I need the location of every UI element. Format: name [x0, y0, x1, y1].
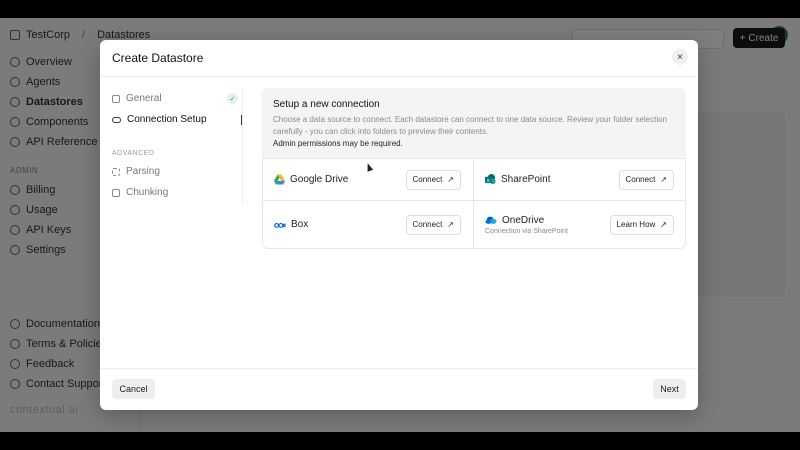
service-subtitle: Connection via SharePoint [485, 227, 568, 235]
modal-title: Create Datastore [112, 51, 204, 65]
connection-info: Setup a new connection Choose a data sou… [262, 88, 686, 158]
external-link-icon: ↗ [447, 175, 454, 184]
service-name: Google Drive [290, 174, 349, 185]
external-link-icon: ↗ [660, 175, 667, 184]
svg-text:S: S [487, 178, 490, 183]
service-name: OneDrive [502, 214, 545, 226]
button-label: Connect [412, 220, 443, 229]
step-connection-setup[interactable]: Connection Setup [112, 109, 242, 130]
modal-footer-divider [100, 368, 698, 369]
connect-sharepoint-button[interactable]: Connect ↗ [618, 169, 674, 190]
service-title: OneDrive [485, 215, 568, 226]
step-label: Chunking [126, 187, 169, 198]
chunk-icon [112, 188, 120, 197]
connection-content: Setup a new connection Choose a data sou… [262, 88, 686, 249]
button-label: Connect [625, 175, 656, 184]
cloud-upload-icon [112, 116, 121, 123]
connection-onedrive: OneDrive Connection via SharePoint Learn… [474, 201, 686, 248]
next-button[interactable]: Next [653, 379, 686, 399]
service-name: SharePoint [501, 174, 551, 185]
permission-note: Admin permissions may be required. [273, 139, 403, 148]
service-info: S SharePoint [485, 174, 550, 185]
external-link-icon: ↗ [660, 220, 667, 229]
sharepoint-icon: S [485, 174, 496, 185]
step-parsing[interactable]: Parsing [112, 161, 242, 182]
info-title: Setup a new connection [273, 99, 380, 110]
box-icon [274, 222, 286, 228]
service-info: OneDrive Connection via SharePoint [485, 215, 568, 235]
connection-box: Box Connect ↗ [263, 201, 474, 248]
step-navigation: General ✓ Connection Setup ADVANCED Pars… [112, 88, 242, 203]
google-drive-icon [274, 174, 285, 185]
info-description: Choose a data source to connect. Each da… [273, 115, 668, 136]
steps-divider [242, 88, 243, 204]
step-chunking[interactable]: Chunking [112, 182, 242, 203]
service-info: Google Drive [274, 174, 348, 185]
connection-sharepoint: S SharePoint Connect ↗ [474, 159, 686, 201]
step-label: Parsing [126, 166, 160, 177]
connect-box-button[interactable]: Connect ↗ [405, 214, 461, 235]
modal-header-divider [100, 76, 698, 77]
service-info: Box [274, 219, 308, 230]
advanced-heading: ADVANCED [112, 150, 155, 157]
close-button[interactable]: × [672, 49, 688, 65]
external-link-icon: ↗ [447, 220, 454, 229]
learn-how-onedrive-button[interactable]: Learn How ↗ [609, 214, 674, 235]
button-label: Connect [412, 175, 443, 184]
document-icon [112, 94, 120, 103]
step-label: General [126, 93, 162, 104]
check-icon: ✓ [227, 93, 238, 104]
create-datastore-modal: Create Datastore × General ✓ Connection … [100, 40, 698, 410]
step-label: Connection Setup [127, 114, 207, 125]
step-general[interactable]: General ✓ [112, 88, 242, 109]
button-label: Learn How [616, 220, 656, 229]
cancel-button[interactable]: Cancel [112, 379, 155, 399]
connect-google-drive-button[interactable]: Connect ↗ [405, 169, 461, 190]
onedrive-icon [485, 216, 497, 224]
close-icon: × [677, 51, 683, 63]
service-name: Box [291, 219, 309, 230]
connection-grid: Google Drive Connect ↗ S SharePoint Conne… [262, 158, 686, 249]
scan-icon [112, 167, 120, 176]
